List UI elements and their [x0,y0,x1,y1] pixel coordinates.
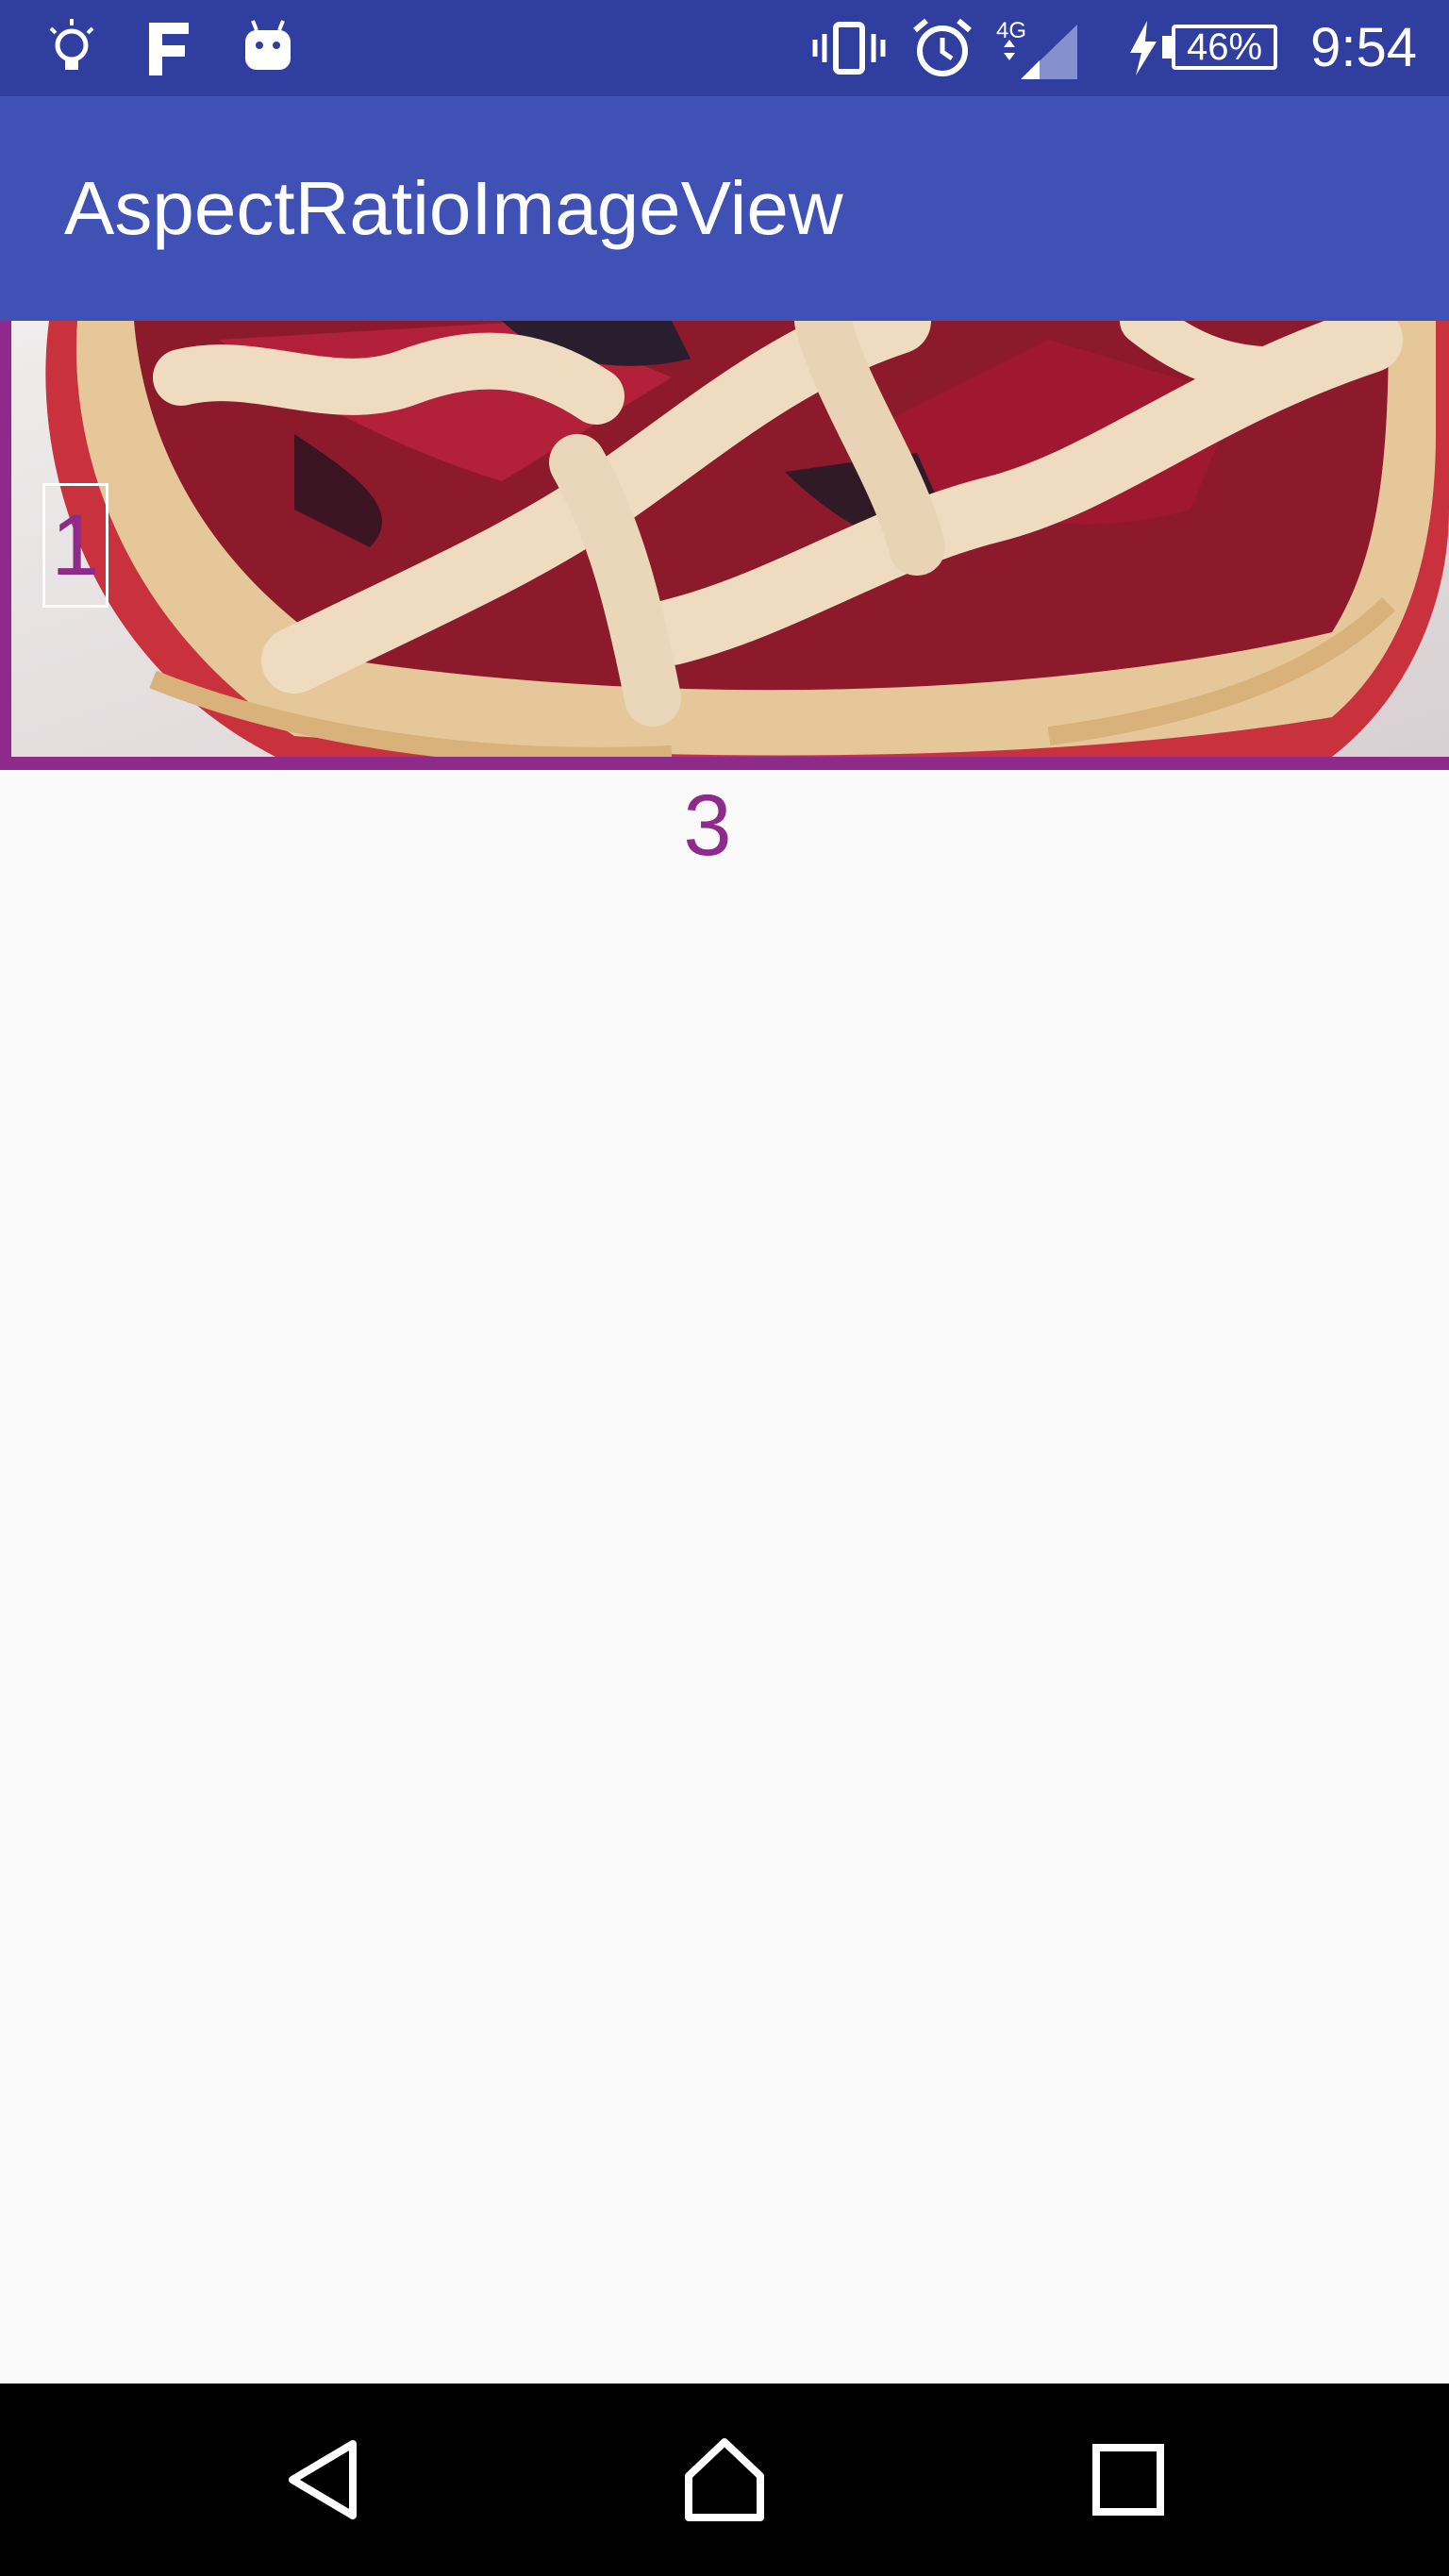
image-label-1: 1 [42,483,108,608]
home-icon[interactable] [677,2433,772,2527]
image-label-3: 3 [683,778,732,874]
f-app-icon [142,17,194,79]
back-icon[interactable] [275,2433,370,2527]
status-bar: 4G 46% 9:54 [0,0,1449,96]
signal-icon: 4G [994,17,1079,79]
battery-icon: 46% [1172,25,1277,70]
alarm-icon [909,17,975,79]
vibrate-icon [811,17,887,79]
navigation-bar [0,2384,1449,2576]
app-bar: AspectRatioImageView [0,96,1449,321]
charging-icon [1124,17,1162,79]
android-icon [240,17,296,79]
status-time: 9:54 [1310,17,1417,78]
page-title: AspectRatioImageView [64,166,843,250]
lightbulb-icon [45,17,98,79]
battery-percent: 46% [1186,26,1263,68]
pie-image [11,321,1449,757]
recents-icon[interactable] [1081,2433,1175,2527]
battery-nub [1162,36,1172,59]
aspect-ratio-frame [0,321,1449,770]
network-type-label: 4G [996,18,1026,43]
